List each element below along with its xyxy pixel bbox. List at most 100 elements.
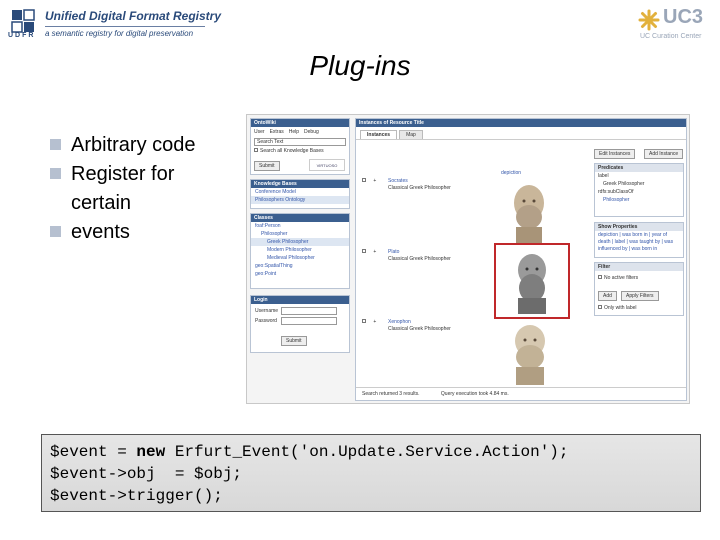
instances-header: Instances of Resource Title xyxy=(356,119,686,127)
show-properties-panel: Show Properties depiction | was born in … xyxy=(594,222,684,258)
row-checkbox[interactable] xyxy=(362,319,366,323)
filter-panel: Filter No active filters Add Apply Filte… xyxy=(594,262,684,316)
show-properties-header: Show Properties xyxy=(595,223,683,231)
row-expand-icon[interactable]: + xyxy=(373,178,376,184)
ontowiki-screenshot: OntoWiki User Extras Help Debug Search T… xyxy=(246,114,690,404)
status-results: Search returned 3 results. xyxy=(362,391,420,397)
class-item[interactable]: foaf:Person xyxy=(251,222,349,230)
row-expand-icon[interactable]: + xyxy=(373,249,376,255)
filter-header: Filter xyxy=(595,263,683,271)
property-link[interactable]: was born in xyxy=(622,232,648,238)
filter-checkbox[interactable] xyxy=(598,275,602,279)
knowledge-bases-panel: Knowledge Bases Conference Model Philoso… xyxy=(250,179,350,209)
predicate-item[interactable]: Philosopher xyxy=(595,196,683,204)
code-line-3: $event->trigger(); xyxy=(50,487,223,505)
filter-apply-button[interactable]: Apply Filters xyxy=(621,291,659,301)
bullet-text: Register for xyxy=(71,163,175,185)
code-line-1: $event = new Erfurt_Event('on.Update.Ser… xyxy=(50,443,569,461)
bullet-list: Arbitrary code Register for certain even… xyxy=(50,131,240,247)
class-item[interactable]: geo:SpatialThing xyxy=(251,262,349,270)
bullet-text: Arbitrary code xyxy=(71,134,196,156)
menu-user[interactable]: User xyxy=(254,129,265,135)
filter-checkbox-label: No active filters xyxy=(604,275,639,281)
code-line-2: $event->obj = $obj; xyxy=(50,465,243,483)
uc3-star-icon xyxy=(638,9,660,31)
ontowiki-header: OntoWiki xyxy=(251,119,349,127)
plato-bust-image xyxy=(518,254,546,314)
instance-row[interactable]: + Xenophon Classical Greek Philosopher xyxy=(362,319,451,332)
header-rule xyxy=(45,26,205,27)
property-link[interactable]: depiction xyxy=(598,232,618,238)
ontowiki-panel: OntoWiki User Extras Help Debug Search T… xyxy=(250,118,350,175)
virtuoso-logo-icon: VIRTUOSO xyxy=(309,159,345,171)
property-link[interactable]: label xyxy=(615,239,626,245)
predicate-item: rdfs:subClassOf xyxy=(598,189,634,195)
class-item[interactable]: geo:Point xyxy=(251,270,349,278)
instance-type: Classical Greek Philosopher xyxy=(388,185,451,191)
instance-name[interactable]: Plato xyxy=(388,249,399,255)
uc3-logo-text: UC3 xyxy=(663,6,704,28)
username-label: Username xyxy=(255,308,279,314)
kb-item[interactable]: Conference Model xyxy=(251,188,349,196)
bullet-item: Arbitrary code xyxy=(50,131,240,160)
row-checkbox[interactable] xyxy=(362,249,366,253)
classes-panel: Classes foaf:Person Philosopher Greek Ph… xyxy=(250,213,350,289)
class-item[interactable]: Modern Philosopher xyxy=(251,246,349,254)
registry-subtitle: a semantic registry for digital preserva… xyxy=(45,29,194,38)
instance-type: Classical Greek Philosopher xyxy=(388,256,451,262)
menu-extras[interactable]: Extras xyxy=(270,129,284,135)
username-input[interactable] xyxy=(281,307,337,315)
predicate-item: Greek Philosopher xyxy=(603,181,645,187)
code-keyword-new: new xyxy=(136,443,166,461)
slide-title: Plug-ins xyxy=(309,50,411,81)
only-label-text: Only with label xyxy=(604,305,637,311)
code-line-1-end: Erfurt_Event('on.Update.Service.Action')… xyxy=(165,443,569,461)
filter-add-button[interactable]: Add xyxy=(598,291,617,301)
udfr-logo-text: UDFR xyxy=(8,32,36,39)
bullet-text: events xyxy=(71,221,130,243)
row-expand-icon[interactable]: + xyxy=(373,319,376,325)
row-checkbox[interactable] xyxy=(362,178,366,182)
instance-row[interactable]: + Plato Classical Greek Philosopher xyxy=(362,249,451,262)
add-instance-button[interactable]: Add Instance xyxy=(644,149,684,159)
property-link[interactable]: was born in xyxy=(632,246,658,252)
bullet-item: events xyxy=(50,218,240,247)
code-line-1-start: $event = xyxy=(50,443,137,461)
bullet-item: Register for xyxy=(50,160,240,189)
bullet-square-icon xyxy=(50,168,61,179)
predicates-panel: Predicates label Greek Philosopher rdfs:… xyxy=(594,163,684,217)
search-all-label: Search all Knowledge Bases xyxy=(260,148,324,154)
status-query-time: Query execution took 4.84 ms. xyxy=(440,391,509,397)
classes-header: Classes xyxy=(251,214,349,222)
knowledge-bases-header: Knowledge Bases xyxy=(251,180,349,188)
bullet-continuation: certain xyxy=(71,192,132,214)
registry-title: Unified Digital Format Registry xyxy=(45,9,222,23)
login-panel: Login Username Password Submit xyxy=(250,295,350,353)
only-label-checkbox[interactable] xyxy=(598,305,602,309)
instance-name[interactable]: Socrates xyxy=(388,178,408,184)
menu-help[interactable]: Help xyxy=(289,129,299,135)
depiction-column-header[interactable]: depiction xyxy=(501,170,521,176)
kb-item[interactable]: Philosophers Ontology xyxy=(251,196,349,204)
login-header: Login xyxy=(251,296,349,304)
tab-instances[interactable]: Instances xyxy=(360,130,398,139)
uc3-logo-subtitle: UC Curation Center xyxy=(640,33,702,40)
class-item[interactable]: Greek Philosopher xyxy=(251,238,349,246)
instance-row[interactable]: + Socrates Classical Greek Philosopher xyxy=(362,178,451,191)
search-all-checkbox[interactable] xyxy=(254,148,258,152)
property-link[interactable]: was taught by xyxy=(629,239,660,245)
class-item[interactable]: Medieval Philosopher xyxy=(251,254,349,262)
xenophon-bust-image xyxy=(515,325,545,385)
edit-instances-button[interactable]: Edit Instances xyxy=(594,149,636,159)
login-submit-button[interactable]: Submit xyxy=(281,336,307,346)
search-submit-button[interactable]: Submit xyxy=(254,161,280,171)
search-input[interactable]: Search Text xyxy=(254,138,346,146)
bullet-square-icon xyxy=(50,226,61,237)
predicates-header: Predicates xyxy=(595,164,683,172)
tab-map[interactable]: Map xyxy=(399,130,423,139)
password-input[interactable] xyxy=(281,317,337,325)
menu-debug[interactable]: Debug xyxy=(304,129,319,135)
class-item[interactable]: Philosopher xyxy=(251,230,349,238)
predicate-item: label xyxy=(598,173,609,179)
instance-name[interactable]: Xenophon xyxy=(388,319,411,325)
